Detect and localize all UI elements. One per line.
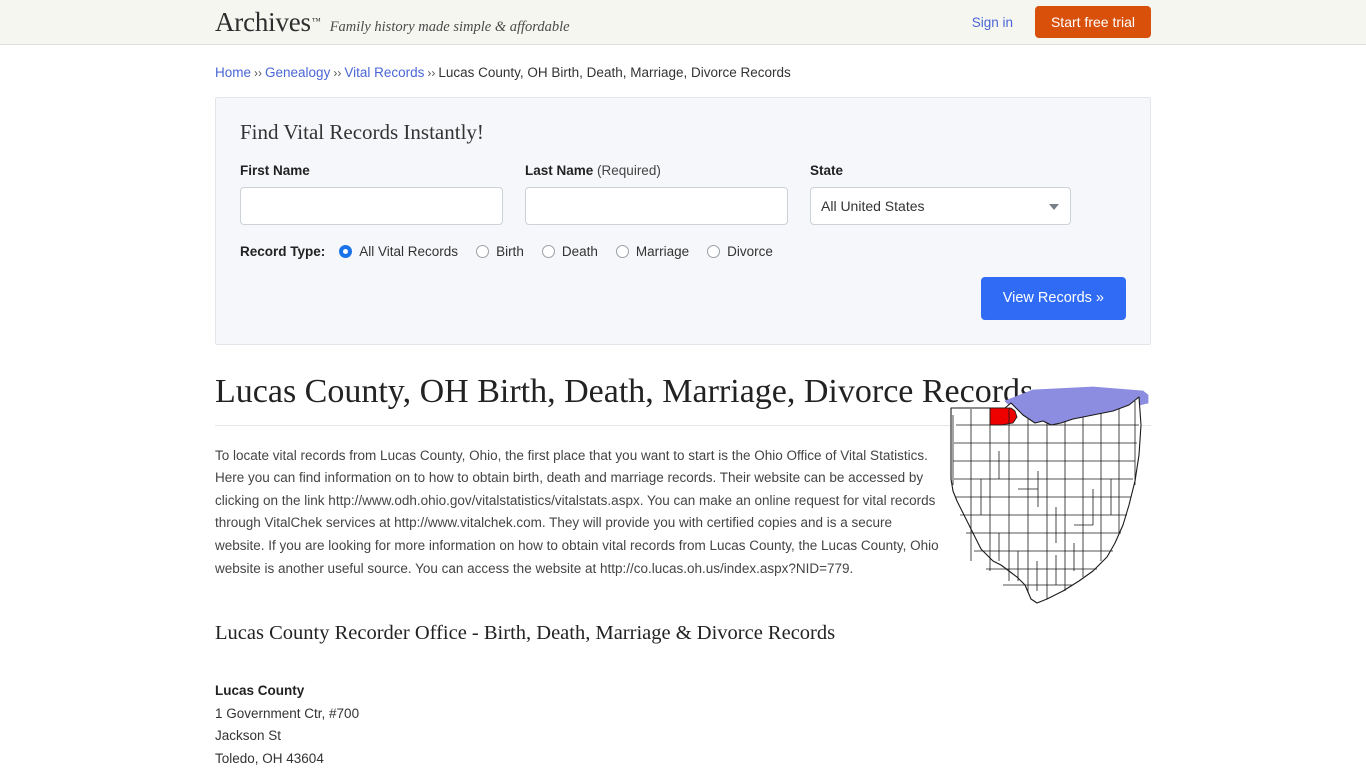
record-type-option-marriage-label: Marriage xyxy=(635,243,690,259)
sign-in-link[interactable]: Sign in xyxy=(972,15,1013,30)
record-type-label: Record Type: xyxy=(240,243,326,259)
last-name-label: Last Name (Required) xyxy=(525,163,788,178)
vital-records-search-panel: Find Vital Records Instantly! First Name… xyxy=(215,96,1151,345)
breadcrumb-item-current: Lucas County, OH Birth, Death, Marriage,… xyxy=(438,65,791,80)
view-records-button[interactable]: View Records » xyxy=(980,276,1126,320)
breadcrumb-item-genealogy[interactable]: Genealogy xyxy=(265,65,330,80)
first-name-label: First Name xyxy=(240,162,310,178)
article-body: To locate vital records from Lucas Count… xyxy=(215,445,945,768)
radio-icon-all[interactable] xyxy=(339,244,353,258)
radio-icon-divorce[interactable] xyxy=(707,244,721,258)
state-select-value: All United States xyxy=(821,197,925,214)
breadcrumb-separator: ›› xyxy=(333,66,342,80)
ohio-county-map-image xyxy=(943,385,1151,615)
record-type-group: Record Type: All Vital Records Birth Dea… xyxy=(240,244,1126,259)
article: Lucas County, OH Birth, Death, Marriage,… xyxy=(215,372,1151,768)
address-name: Lucas County xyxy=(215,683,305,699)
last-name-required-note: (Required) xyxy=(597,162,661,178)
record-type-option-marriage[interactable]: Marriage xyxy=(615,243,690,259)
breadcrumb-separator: ›› xyxy=(254,66,263,80)
article-subtitle: Lucas County Recorder Office - Birth, De… xyxy=(215,622,836,645)
state-label: State xyxy=(810,162,844,178)
first-name-input[interactable] xyxy=(240,186,503,225)
record-type-option-all[interactable]: All Vital Records xyxy=(339,244,458,259)
radio-icon-marriage[interactable] xyxy=(615,244,629,258)
breadcrumb-item-home[interactable]: Home xyxy=(215,65,251,80)
article-paragraph: To locate vital records from Lucas Count… xyxy=(215,447,939,576)
state-select[interactable]: All United States xyxy=(810,186,1071,225)
lucas-county-highlight xyxy=(989,407,1018,425)
record-type-option-birth[interactable]: Birth xyxy=(476,244,524,259)
address-line-1: 1 Government Ctr, #700 xyxy=(215,705,360,721)
recorder-office-address: Lucas County 1 Government Ctr, #700 Jack… xyxy=(215,680,945,768)
radio-icon-death[interactable] xyxy=(541,244,555,258)
search-panel-title: Find Vital Records Instantly! xyxy=(240,119,484,144)
site-tagline: Family history made simple & affordable xyxy=(329,18,570,35)
record-type-option-divorce-label: Divorce xyxy=(727,243,773,259)
last-name-label-text: Last Name xyxy=(525,162,594,178)
record-type-option-divorce[interactable]: Divorce xyxy=(707,244,773,259)
address-line-2: Jackson St xyxy=(215,728,282,744)
logo-text: Archives xyxy=(215,6,311,37)
address-line-3: Toledo, OH 43604 xyxy=(215,751,324,767)
breadcrumb-item-vital-records[interactable]: Vital Records xyxy=(344,65,424,80)
ohio-map-svg xyxy=(950,386,1149,604)
radio-icon-birth[interactable] xyxy=(476,244,490,258)
last-name-input[interactable] xyxy=(525,186,788,225)
first-name-field-group: First Name xyxy=(240,163,503,225)
site-logo[interactable]: Archives ™ Family history made simple & a… xyxy=(215,6,570,37)
record-type-option-all-label: All Vital Records xyxy=(359,243,459,259)
record-type-option-death[interactable]: Death xyxy=(541,243,598,259)
start-free-trial-button[interactable]: Start free trial xyxy=(1034,6,1151,38)
record-type-option-death-label: Death xyxy=(561,243,598,259)
breadcrumb: Home ›› Genealogy ›› Vital Records ›› Lucas Co… xyxy=(215,45,1151,97)
breadcrumb-separator: ›› xyxy=(427,66,436,80)
trademark-icon: ™ xyxy=(311,15,321,26)
last-name-field-group: Last Name (Required) xyxy=(525,163,788,225)
ohio-outline xyxy=(950,396,1142,604)
record-type-option-birth-label: Birth xyxy=(496,243,524,259)
site-header: Archives ™ Family history made simple & a… xyxy=(0,0,1366,45)
state-field-group: State All United States xyxy=(810,163,1071,225)
